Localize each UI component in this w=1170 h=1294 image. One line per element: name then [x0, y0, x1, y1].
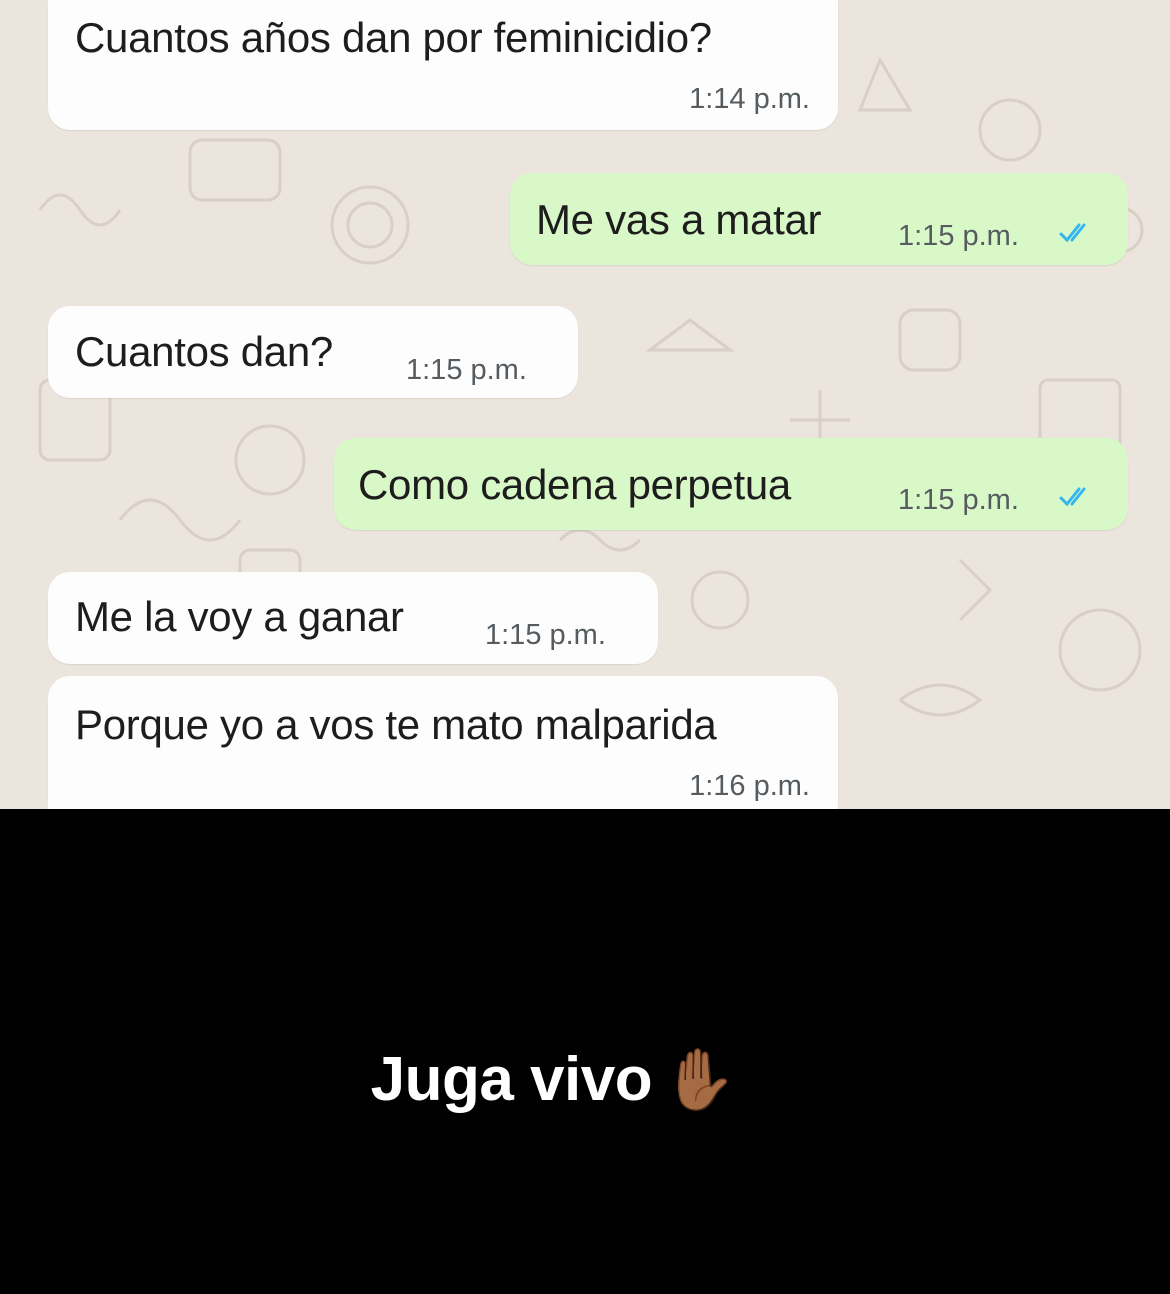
message-text: Porque yo a vos te mato malparida — [75, 701, 717, 748]
chat-conversation: Cuantos años dan por feminicidio? 1:14 p… — [0, 0, 1170, 809]
message-text: Cuantos años dan por feminicidio? — [75, 14, 712, 61]
incoming-message-bubble[interactable]: Cuantos años dan por feminicidio? 1:14 p… — [48, 0, 838, 130]
double-check-read-icon — [1059, 223, 1086, 243]
incoming-message-bubble[interactable]: Porque yo a vos te mato malparida 1:16 p… — [48, 676, 838, 809]
message-text: Me vas a matar — [536, 196, 822, 243]
outgoing-message-bubble[interactable]: Como cadena perpetua 1:15 p.m. — [334, 438, 1128, 530]
video-caption: Juga vivo ✋🏾😡 — [0, 1040, 1170, 1120]
caption-text: Juga vivo — [370, 1045, 653, 1114]
message-timestamp: 1:15 p.m. — [898, 220, 1019, 252]
message-text: Me la voy a ganar — [75, 593, 404, 640]
message-timestamp: 1:15 p.m. — [485, 619, 606, 651]
incoming-message-bubble[interactable]: Cuantos dan? 1:15 p.m. — [48, 306, 578, 398]
message-text: Cuantos dan? — [75, 328, 333, 375]
raised-hand-angry-face-icon: ✋🏾😡 — [662, 1046, 800, 1113]
message-timestamp: 1:14 p.m. — [689, 83, 810, 115]
incoming-message-bubble[interactable]: Me la voy a ganar 1:15 p.m. — [48, 572, 658, 664]
outgoing-message-bubble[interactable]: Me vas a matar 1:15 p.m. — [510, 173, 1128, 265]
message-timestamp: 1:15 p.m. — [898, 484, 1019, 516]
message-text: Como cadena perpetua — [358, 461, 791, 508]
message-timestamp: 1:15 p.m. — [406, 354, 527, 386]
message-timestamp: 1:16 p.m. — [689, 770, 810, 802]
double-check-read-icon — [1059, 487, 1086, 507]
